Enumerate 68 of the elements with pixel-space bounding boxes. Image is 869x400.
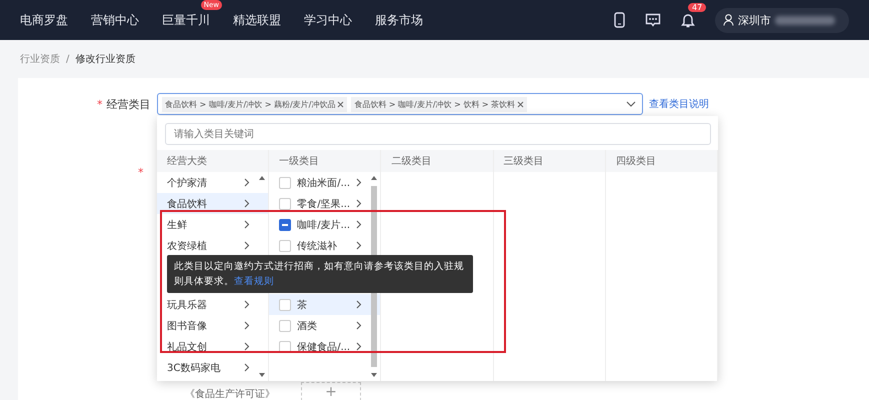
- chevron-right-icon: [244, 342, 250, 351]
- scroll-up-icon[interactable]: [259, 176, 266, 180]
- nav-item[interactable]: 精选联盟: [233, 12, 281, 26]
- chevron-right-icon: [244, 321, 250, 330]
- category-help-link[interactable]: 查看类目说明: [649, 97, 709, 111]
- column-header: 二级类目: [381, 150, 493, 172]
- scroll-up-icon[interactable]: [371, 176, 378, 180]
- column-header: 经营大类: [157, 150, 268, 172]
- notification-count: 47: [688, 3, 706, 12]
- checkbox[interactable]: [279, 218, 292, 230]
- user-icon: [723, 14, 734, 26]
- breadcrumb-separator: /: [66, 54, 70, 64]
- category-item[interactable]: 咖啡/麦片...: [269, 214, 380, 235]
- category-item[interactable]: 粮油米面/...: [269, 172, 380, 193]
- chevron-right-icon: [244, 178, 250, 187]
- category-item[interactable]: 保健食品/...: [269, 336, 380, 357]
- category-item[interactable]: 食品饮料: [157, 193, 268, 214]
- category-item[interactable]: 零食/坚果...: [269, 193, 380, 214]
- category-item[interactable]: 礼品文创: [157, 336, 268, 357]
- required-mark: *: [138, 166, 144, 179]
- category-item[interactable]: 个护家清: [157, 172, 268, 193]
- chevron-right-icon: [244, 199, 250, 208]
- chevron-right-icon: [356, 199, 362, 208]
- field-label: * 经营类目: [97, 96, 152, 112]
- category-item[interactable]: 农资绿植: [157, 235, 268, 256]
- category-item[interactable]: 酒类: [269, 315, 380, 336]
- user-menu[interactable]: 深圳市: [715, 8, 849, 32]
- tooltip: 此类目以定向邀约方式进行招商，如有意向请参考该类目的入驻规则具体要求。查看规则: [167, 255, 473, 293]
- category-item[interactable]: 玩具乐器: [157, 294, 268, 315]
- close-icon[interactable]: [337, 100, 344, 108]
- chevron-right-icon: [244, 220, 250, 229]
- category-item[interactable]: 茶: [269, 294, 380, 315]
- column-header: 一级类目: [269, 150, 380, 172]
- breadcrumb-current: 修改行业资质: [75, 52, 136, 66]
- category-item[interactable]: 图书音像: [157, 315, 268, 336]
- search-field[interactable]: 请输入类目关键词: [165, 123, 711, 145]
- chevron-right-icon: [356, 300, 362, 309]
- view-rules-link[interactable]: 查看规则: [234, 276, 274, 287]
- phone-icon[interactable]: [614, 12, 625, 28]
- close-icon[interactable]: [517, 100, 524, 108]
- nav-item[interactable]: 服务市场: [375, 12, 423, 26]
- column-header: 三级类目: [494, 150, 605, 172]
- nav-item[interactable]: 巨量千川: [162, 12, 210, 26]
- nav-item[interactable]: 营销中心: [91, 12, 139, 26]
- scroll-down-icon[interactable]: [259, 373, 266, 377]
- category-item[interactable]: 3C数码家电: [157, 357, 268, 378]
- chevron-right-icon: [244, 241, 250, 250]
- scroll-down-icon[interactable]: [371, 373, 378, 377]
- category-item[interactable]: 生鲜: [157, 214, 268, 235]
- category-item[interactable]: 传统滋补: [269, 235, 380, 256]
- category-tag: 食品饮料 > 咖啡/麦片/冲饮 > 饮料 > 茶饮料: [351, 96, 528, 112]
- chevron-down-icon: [626, 101, 636, 107]
- chevron-right-icon: [356, 241, 362, 250]
- chat-icon[interactable]: [645, 13, 661, 27]
- chevron-right-icon: [244, 300, 250, 309]
- column-header: 四级类目: [606, 150, 718, 172]
- chevron-right-icon: [244, 363, 250, 372]
- redacted-text: [775, 16, 835, 24]
- nav-item[interactable]: 学习中心: [304, 12, 352, 26]
- chevron-right-icon: [356, 178, 362, 187]
- chevron-right-icon: [356, 220, 362, 229]
- bell-icon[interactable]: [681, 12, 695, 28]
- nav-item[interactable]: 电商罗盘: [20, 12, 68, 26]
- upload-label: 《食品生产许可证》: [185, 388, 275, 400]
- chevron-right-icon: [356, 321, 362, 330]
- chevron-right-icon: [356, 342, 362, 351]
- category-tag: 食品饮料 > 咖啡/麦片/冲饮 > 藕粉/麦片/冲饮品: [162, 96, 348, 112]
- category-select[interactable]: 食品饮料 > 咖啡/麦片/冲饮 > 藕粉/麦片/冲饮品 食品饮料 > 咖啡/麦片/冲饮 > 饮料 > 茶饮料: [157, 93, 643, 115]
